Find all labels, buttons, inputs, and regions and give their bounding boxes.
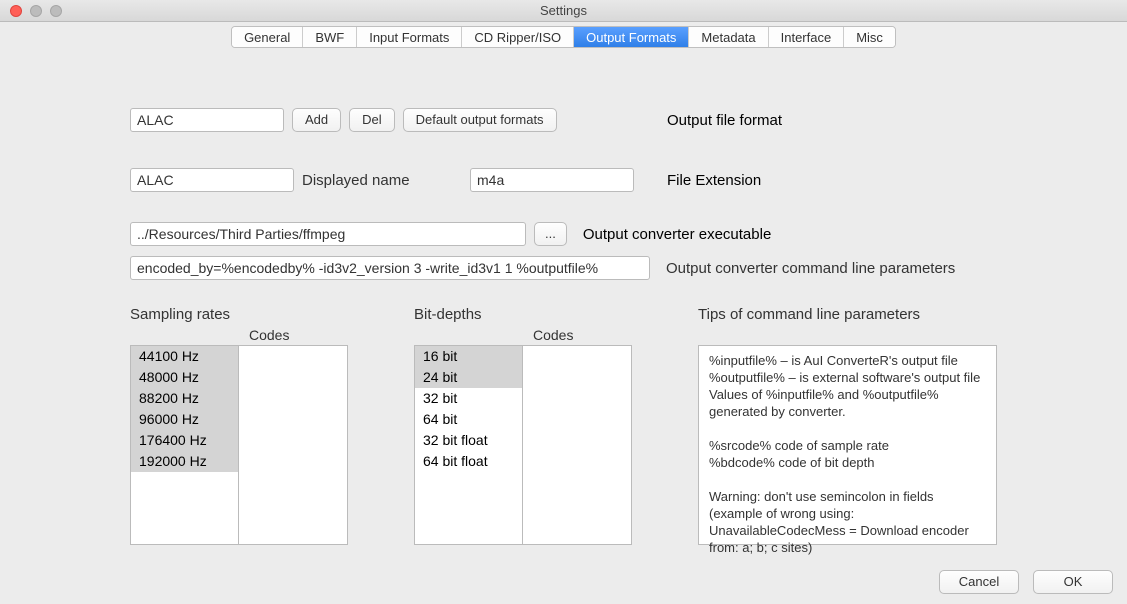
list-item[interactable]: 24 bit: [415, 367, 522, 388]
add-button[interactable]: Add: [292, 108, 341, 132]
converter-exe-input[interactable]: [130, 222, 526, 246]
list-item[interactable]: 32 bit: [415, 388, 522, 409]
sampling-section: Sampling rates Codes 44100 Hz48000 Hz882…: [130, 306, 348, 545]
cmdline-params-input[interactable]: [130, 256, 650, 280]
list-item[interactable]: 176400 Hz: [131, 430, 238, 451]
tab-general[interactable]: General: [232, 27, 303, 47]
list-item[interactable]: 64 bit float: [415, 451, 522, 472]
list-item[interactable]: 192000 Hz: [131, 451, 238, 472]
tab-bwf[interactable]: BWF: [303, 27, 357, 47]
del-button[interactable]: Del: [349, 108, 395, 132]
tips-text: %inputfile% – is AuI ConverteR's output …: [698, 345, 997, 545]
list-item[interactable]: 16 bit: [415, 346, 522, 367]
sampling-rates-list[interactable]: 44100 Hz48000 Hz88200 Hz96000 Hz176400 H…: [130, 345, 239, 545]
ok-button[interactable]: OK: [1033, 570, 1113, 594]
list-item[interactable]: 96000 Hz: [131, 409, 238, 430]
tabs: General BWF Input Formats CD Ripper/ISO …: [231, 26, 896, 48]
bitdepth-codes-list[interactable]: [523, 345, 632, 545]
label-cmdline-params: Output converter command line parameters: [666, 260, 955, 277]
label-sampling-rates: Sampling rates: [130, 306, 348, 323]
footer-buttons: Cancel OK: [939, 570, 1113, 594]
label-converter-exe: Output converter executable: [583, 226, 771, 243]
content: Add Del Default output formats Output fi…: [0, 48, 1127, 545]
bitdepth-section: Bit-depths Codes 16 bit24 bit32 bit64 bi…: [414, 306, 632, 545]
label-sampling-codes: Codes: [239, 327, 289, 345]
label-bitdepth-codes: Codes: [523, 327, 573, 345]
tab-misc[interactable]: Misc: [844, 27, 895, 47]
tab-interface[interactable]: Interface: [769, 27, 845, 47]
tabs-container: General BWF Input Formats CD Ripper/ISO …: [0, 22, 1127, 48]
cancel-button[interactable]: Cancel: [939, 570, 1019, 594]
tab-input-formats[interactable]: Input Formats: [357, 27, 462, 47]
label-tips-title: Tips of command line parameters: [698, 306, 997, 323]
tab-metadata[interactable]: Metadata: [689, 27, 768, 47]
sampling-codes-list[interactable]: [239, 345, 348, 545]
list-item[interactable]: 64 bit: [415, 409, 522, 430]
titlebar: Settings: [0, 0, 1127, 22]
window-title: Settings: [0, 3, 1127, 18]
label-output-file-format: Output file format: [667, 112, 997, 129]
defaults-button[interactable]: Default output formats: [403, 108, 557, 132]
bit-depths-list[interactable]: 16 bit24 bit32 bit64 bit32 bit float64 b…: [414, 345, 523, 545]
displayed-name-input[interactable]: [130, 168, 294, 192]
list-item[interactable]: 48000 Hz: [131, 367, 238, 388]
label-file-extension: File Extension: [667, 172, 997, 189]
tab-output-formats[interactable]: Output Formats: [574, 27, 689, 47]
list-item[interactable]: 88200 Hz: [131, 388, 238, 409]
file-ext-input[interactable]: [470, 168, 634, 192]
tab-cd-ripper[interactable]: CD Ripper/ISO: [462, 27, 574, 47]
format-select-input[interactable]: [130, 108, 284, 132]
label-displayed-name: Displayed name: [302, 172, 462, 189]
list-item[interactable]: 44100 Hz: [131, 346, 238, 367]
label-bit-depths: Bit-depths: [414, 306, 632, 323]
browse-button[interactable]: ...: [534, 222, 567, 246]
tips-section: Tips of command line parameters %inputfi…: [698, 306, 997, 545]
list-item[interactable]: 32 bit float: [415, 430, 522, 451]
